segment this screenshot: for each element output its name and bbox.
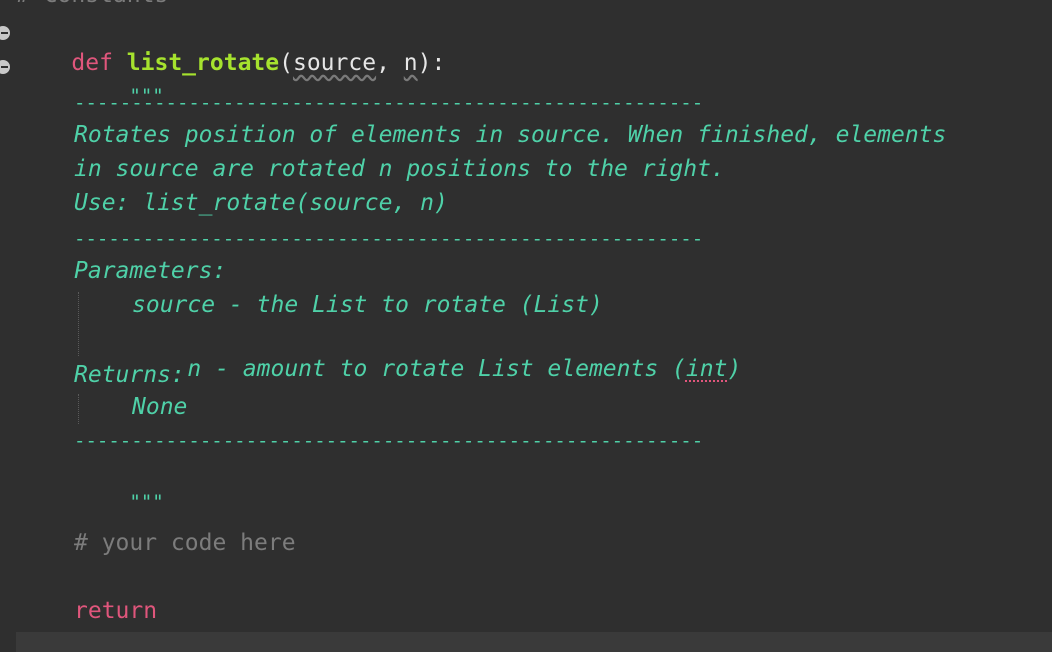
docstring-description-line: in source are rotated n positions to the… — [74, 156, 725, 182]
current-line-highlight — [16, 632, 1052, 652]
indent-guide — [78, 292, 79, 356]
param-source: source — [292, 50, 377, 76]
docstring-use-line: Use: list_rotate(source, n) — [74, 190, 448, 216]
code-comment: # your code here — [74, 530, 296, 556]
docstring-returns-heading: Returns: — [74, 362, 185, 388]
docstring-separator: ----------------------------------------… — [74, 430, 704, 452]
param-n-desc: n - amount to rotate List elements ( — [187, 356, 686, 382]
param-n: n — [403, 50, 418, 76]
docstring-returns-value: None — [132, 394, 188, 420]
docstring-param-n: n - amount to rotate List elements (int) — [132, 324, 741, 382]
docstring-description-line: Rotates position of elements in source. … — [74, 122, 947, 148]
open-paren: ( — [279, 50, 293, 76]
code-editor[interactable]: # Constants def list_rotate(source, n): … — [0, 0, 1052, 652]
fold-collapse-icon[interactable] — [0, 60, 10, 74]
docstring-open: """ — [74, 50, 163, 107]
indent-guide — [78, 394, 79, 424]
close-paren: ): — [417, 50, 446, 76]
docstring-quotes: """ — [129, 491, 164, 513]
fold-collapse-icon[interactable] — [0, 26, 10, 40]
param-n-close: ) — [727, 356, 742, 382]
return-keyword: return — [74, 598, 158, 624]
docstring-separator: ----------------------------------------… — [74, 92, 704, 114]
docstring-close: """ — [74, 456, 163, 513]
docstring-separator: ----------------------------------------… — [74, 228, 704, 250]
docstring-param-source: source - the List to rotate (List) — [132, 292, 603, 318]
param-n-type: int — [685, 356, 728, 382]
function-definition-line[interactable]: def list_rotate(source, n): — [16, 18, 445, 76]
editor-gutter — [0, 0, 16, 652]
partial-comment-line: # Constants — [16, 0, 168, 10]
docstring-parameters-heading: Parameters: — [74, 258, 227, 284]
param-comma: , — [376, 50, 404, 76]
